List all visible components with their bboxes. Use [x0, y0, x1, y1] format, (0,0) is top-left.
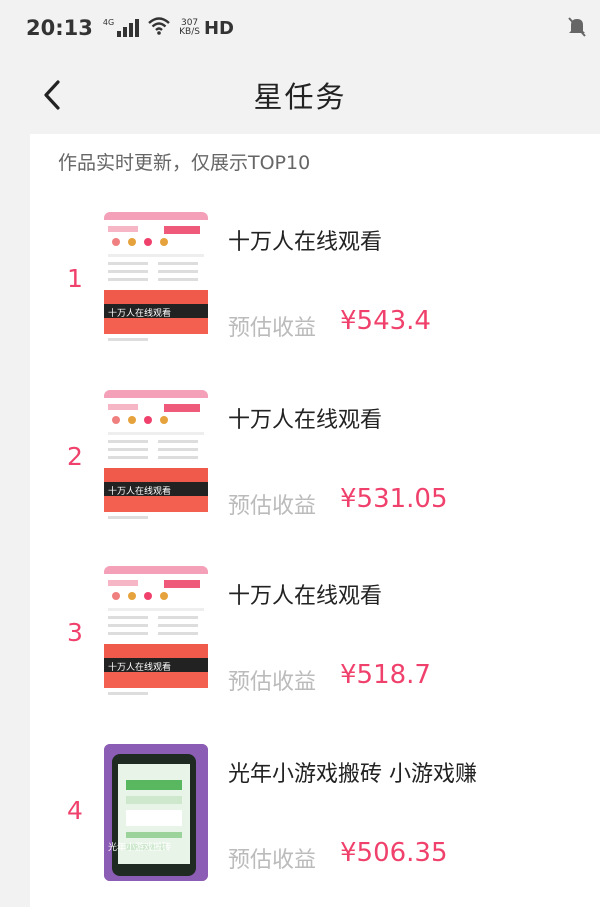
task-title: 光年小游戏搬砖 小游戏赚	[228, 762, 477, 787]
status-bar: 20:13 4G 307 KB/S HD	[0, 0, 600, 56]
video-thumbnail[interactable]: 十万人在线观看	[104, 212, 208, 349]
video-thumbnail[interactable]: 十万人在线观看	[104, 566, 208, 703]
video-thumbnail[interactable]: 十万人在线观看	[104, 390, 208, 527]
task-list-card: 作品实时更新，仅展示TOP10 1 十万人在线观看 十万人在线观看 预估收益 ¥…	[30, 134, 600, 907]
task-title: 十万人在线观看	[228, 584, 383, 609]
earnings-amount: ¥518.7	[340, 660, 431, 690]
video-thumbnail[interactable]: 光年小游戏搬砖	[104, 744, 208, 881]
hd-indicator: HD	[203, 17, 234, 39]
earnings-label: 预估收益	[228, 316, 317, 341]
list-item[interactable]: 2 十万人在线观看 十万人在线观看 预估收益 ¥531.05	[30, 390, 600, 530]
page-title: 星任务	[253, 80, 347, 114]
thumbnail-caption: 十万人在线观看	[108, 663, 172, 673]
earnings-amount: ¥543.4	[340, 306, 431, 336]
earnings-label: 预估收益	[228, 494, 317, 519]
mute-icon	[568, 16, 586, 43]
top-nav: 星任务	[0, 56, 600, 134]
rank-number: 1	[67, 264, 83, 293]
thumbnail-caption: 十万人在线观看	[108, 487, 172, 497]
rank-number: 3	[67, 618, 83, 647]
list-item[interactable]: 3 十万人在线观看 十万人在线观看 预估收益 ¥518.7	[30, 566, 600, 706]
earnings-label: 预估收益	[228, 848, 317, 873]
net-speed-unit: KB/S	[179, 27, 200, 37]
list-item[interactable]: 4 光年小游戏搬砖 光年小游戏搬砖 小游戏赚 预估收益 ¥506.35	[30, 744, 600, 884]
back-arrow-icon[interactable]	[38, 78, 68, 112]
list-subtitle: 作品实时更新，仅展示TOP10	[58, 152, 311, 174]
earnings-amount: ¥506.35	[340, 838, 448, 868]
signal-icon: 4G	[102, 18, 140, 37]
thumbnail-caption: 光年小游戏搬砖	[108, 843, 172, 853]
task-title: 十万人在线观看	[228, 230, 383, 255]
rank-number: 4	[67, 796, 83, 825]
list-item[interactable]: 1 十万人在线观看 十万人在线观看 预估收益 ¥543.4	[30, 212, 600, 352]
net-speed: 307 KB/S	[179, 19, 200, 37]
net-type: 4G	[102, 18, 115, 27]
task-title: 十万人在线观看	[228, 408, 383, 433]
earnings-amount: ¥531.05	[340, 484, 448, 514]
status-time: 20:13	[26, 16, 93, 40]
wifi-icon	[147, 16, 171, 41]
rank-number: 2	[67, 442, 83, 471]
thumbnail-caption: 十万人在线观看	[108, 309, 172, 319]
earnings-label: 预估收益	[228, 670, 317, 695]
